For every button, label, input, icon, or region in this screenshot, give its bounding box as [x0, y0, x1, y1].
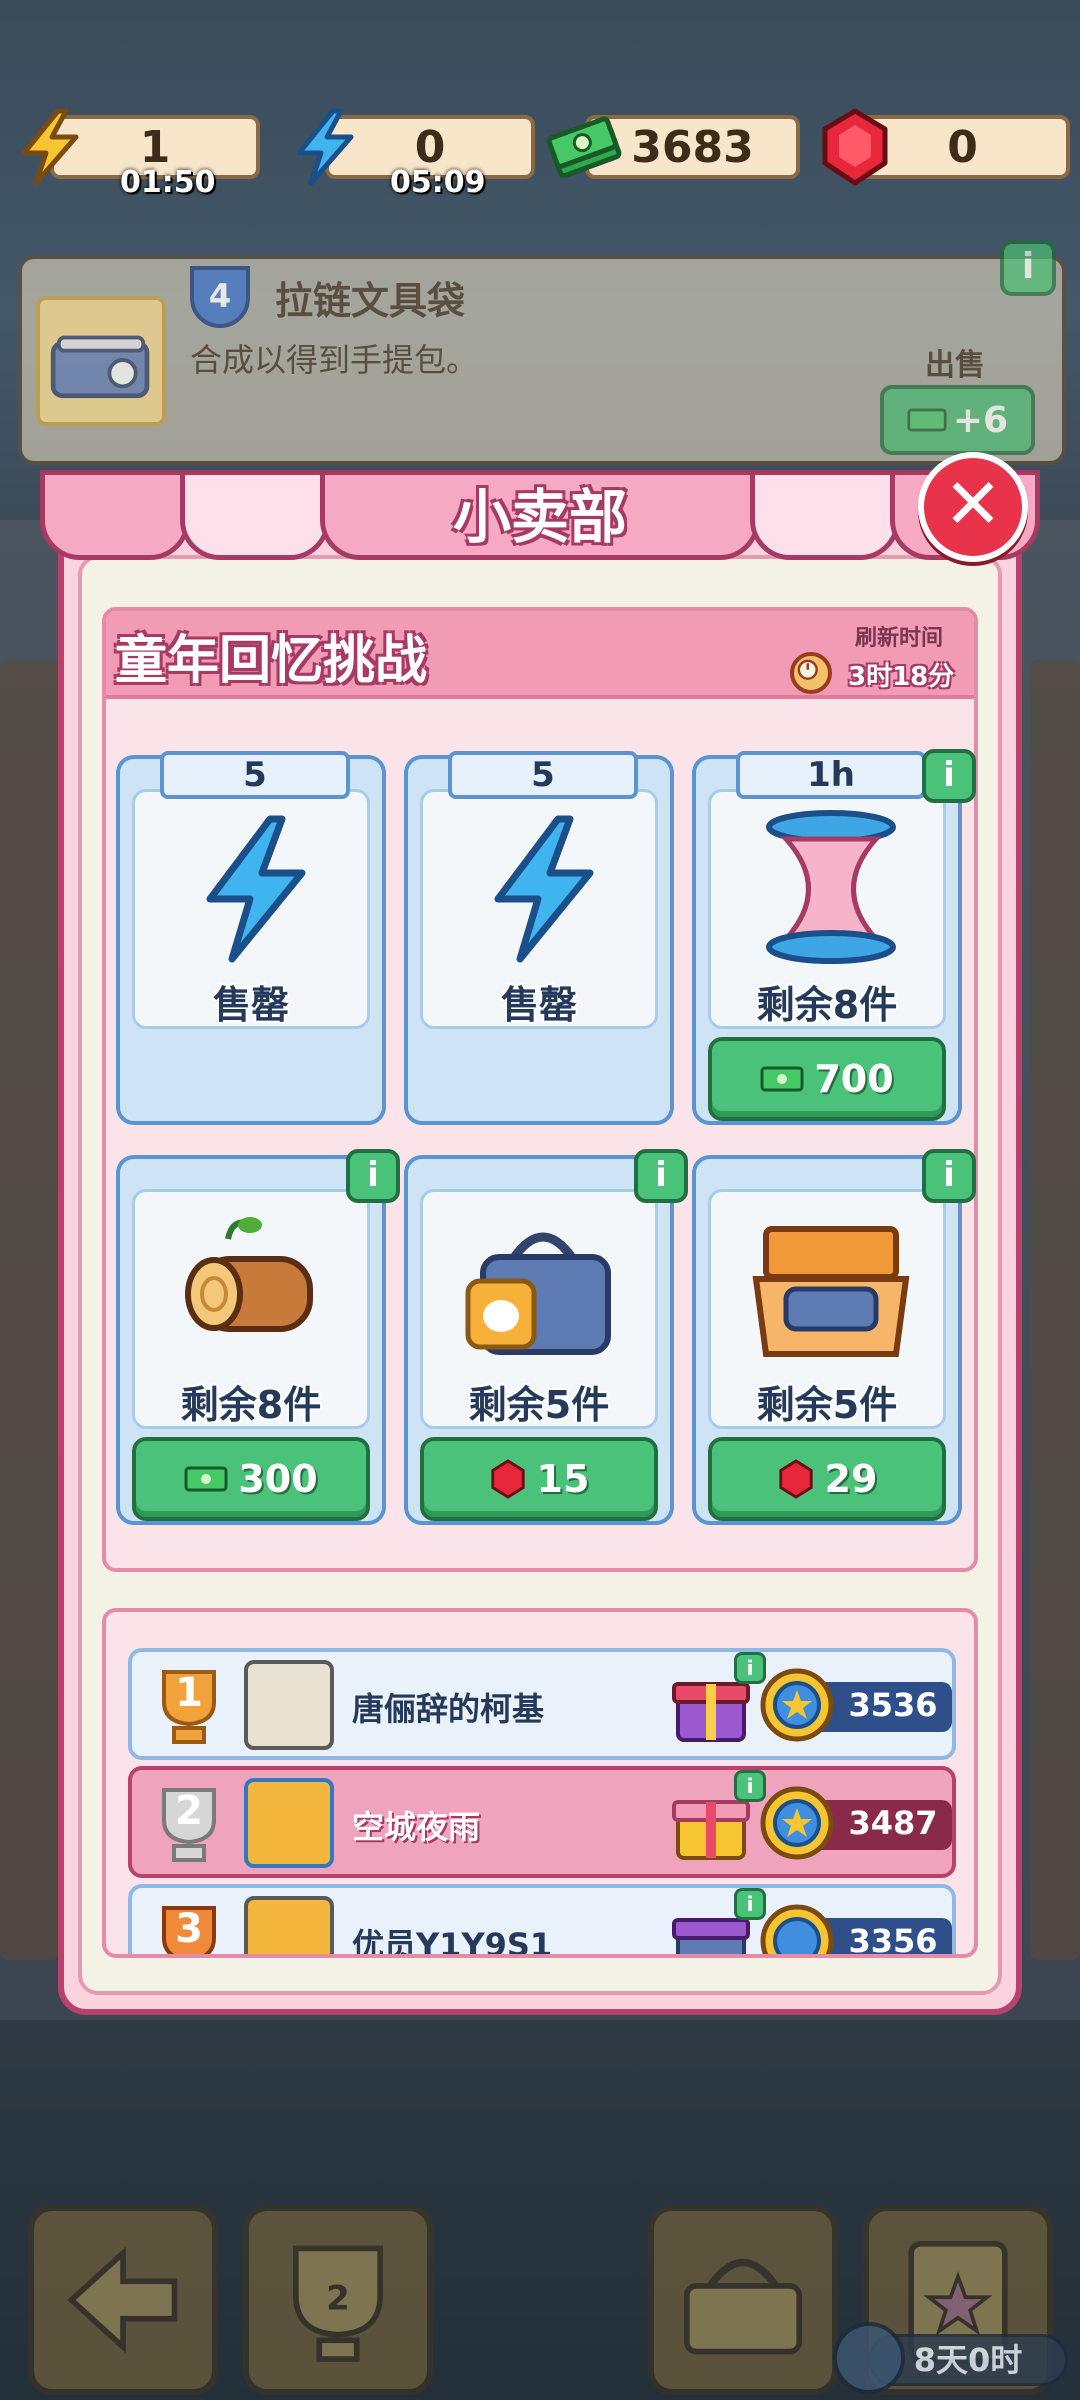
shop-card-log[interactable]: i 剩余8件 300 — [116, 1149, 400, 1525]
blue-lightning-icon — [296, 108, 354, 186]
card-quantity-ribbon: 5 — [448, 751, 638, 799]
red-gem-icon — [490, 1459, 525, 1499]
card-status-label: 售罄 — [500, 983, 577, 1027]
price: 29 — [824, 1457, 878, 1501]
cash-icon — [184, 1466, 228, 1492]
shop-card-hourglass[interactable]: 1h i 剩余8件 700 — [692, 749, 976, 1125]
trophy-icon: 2 — [293, 2245, 383, 2362]
shop-title: 小卖部 — [452, 483, 627, 551]
shoe-box-icon — [752, 1226, 910, 1357]
rank-number: 2 — [175, 1788, 203, 1834]
pencil-case-icon — [50, 335, 150, 399]
resource-cash[interactable]: 3683 — [545, 115, 805, 185]
ranking-button[interactable]: 2 — [243, 2205, 433, 2395]
item-info-button[interactable]: i — [1000, 240, 1056, 296]
star-medal-icon — [760, 1668, 834, 1742]
sell-button[interactable]: +6 — [880, 385, 1035, 455]
shop-card-blue-energy-1[interactable]: 5 售罄 — [116, 751, 386, 1125]
leaderboard[interactable]: 1 唐俪辞的柯基 i 3536 2 空城夜雨 i 3487 3 优员Y1Y9S1… — [102, 1608, 978, 1958]
buy-button[interactable]: 15 — [420, 1437, 658, 1521]
resource-gems[interactable]: 0 — [815, 108, 1075, 186]
log-icon — [185, 1217, 313, 1332]
avatar — [244, 1778, 334, 1868]
refresh-time: 3时18分 — [848, 662, 955, 692]
leaderboard-row[interactable]: 3 优员Y1Y9S1 i 3356 — [128, 1884, 956, 1958]
card-info-button[interactable]: i — [634, 1149, 688, 1203]
close-icon: ✕ — [943, 463, 1003, 545]
player-name: 空城夜雨 — [352, 1808, 481, 1846]
card-stock-label: 剩余5件 — [468, 1383, 610, 1427]
item-description: 合成以得到手提包。 — [190, 341, 479, 379]
cash-icon — [907, 408, 947, 432]
resource-energy-gold[interactable]: 1 01:50 — [10, 108, 260, 200]
shop-card-shoe-box[interactable]: i 剩余5件 29 — [692, 1149, 976, 1525]
blue-energy-icon — [206, 815, 306, 963]
gold-lightning-icon — [21, 108, 79, 186]
background-shelf-left — [0, 660, 60, 1960]
star-medal-icon — [760, 1786, 834, 1860]
shop-basket-button[interactable] — [648, 2205, 838, 2395]
player-name: 优员Y1Y9S1 — [352, 1926, 553, 1958]
player-name: 唐俪辞的柯基 — [352, 1690, 545, 1728]
hourglass-icon — [766, 810, 896, 964]
rank-number: 1 — [175, 1670, 203, 1716]
buy-button[interactable]: 700 — [708, 1037, 946, 1121]
close-button[interactable]: ✕ — [918, 452, 1028, 562]
red-gem-icon — [778, 1459, 813, 1499]
refresh-clock-icon — [790, 652, 832, 694]
avatar — [244, 1660, 334, 1750]
card-status-label: 售罄 — [212, 983, 289, 1027]
rank-number: 3 — [175, 1906, 203, 1952]
blue-energy-icon — [494, 815, 594, 963]
basket-icon — [683, 2258, 803, 2355]
buy-button[interactable]: 300 — [132, 1437, 370, 1521]
card-stock-label: 剩余5件 — [756, 1383, 898, 1427]
card-quantity-ribbon: 5 — [160, 751, 350, 799]
rank-badge-number: 2 — [326, 2278, 349, 2317]
star-badge-icon — [833, 2322, 905, 2394]
leaderboard-row[interactable]: 1 唐俪辞的柯基 i 3536 — [128, 1648, 956, 1760]
price: 300 — [238, 1457, 318, 1501]
background-shelf-right — [1030, 660, 1080, 1960]
sell-label: 出售 — [925, 348, 985, 383]
item-level-badge: 4 — [190, 266, 250, 328]
challenge-title: 童年回忆挑战 — [115, 631, 428, 691]
card-info-button[interactable]: i — [922, 749, 976, 803]
score: 3487 — [848, 1804, 938, 1842]
shop-card-handbag[interactable]: i 剩余5件 15 — [404, 1149, 688, 1525]
star-medal-icon — [760, 1904, 834, 1954]
refresh-label: 刷新时间 — [855, 626, 944, 651]
buy-button[interactable]: 29 — [708, 1437, 946, 1521]
card-duration-ribbon: 1h — [736, 751, 926, 799]
leaderboard-row-self[interactable]: 2 空城夜雨 i 3487 — [128, 1766, 956, 1878]
back-button[interactable] — [28, 2205, 218, 2395]
resource-timer: 05:09 — [390, 165, 486, 200]
red-gem-icon — [822, 108, 888, 186]
resource-energy-blue[interactable]: 0 05:09 — [285, 108, 535, 200]
score: 3356 — [848, 1922, 938, 1958]
item-title: 拉链文具袋 — [275, 279, 466, 323]
card-stock-label: 剩余8件 — [756, 983, 898, 1027]
price: 15 — [536, 1457, 590, 1501]
card-info-button[interactable]: i — [346, 1149, 400, 1203]
card-stock-label: 剩余8件 — [180, 1383, 322, 1427]
item-thumbnail — [36, 296, 166, 426]
shop-card-blue-energy-2[interactable]: 5 售罄 — [404, 751, 674, 1125]
price: 700 — [814, 1057, 894, 1101]
card-info-button[interactable]: i — [922, 1149, 976, 1203]
avatar — [244, 1896, 334, 1954]
resource-timer: 01:50 — [120, 165, 216, 200]
sell-value: +6 — [952, 399, 1009, 441]
cash-stack-icon — [546, 116, 622, 179]
handbag-icon — [465, 1232, 611, 1355]
arrow-left-icon — [67, 2246, 178, 2354]
cash-icon — [760, 1066, 804, 1092]
score: 3536 — [848, 1686, 938, 1724]
